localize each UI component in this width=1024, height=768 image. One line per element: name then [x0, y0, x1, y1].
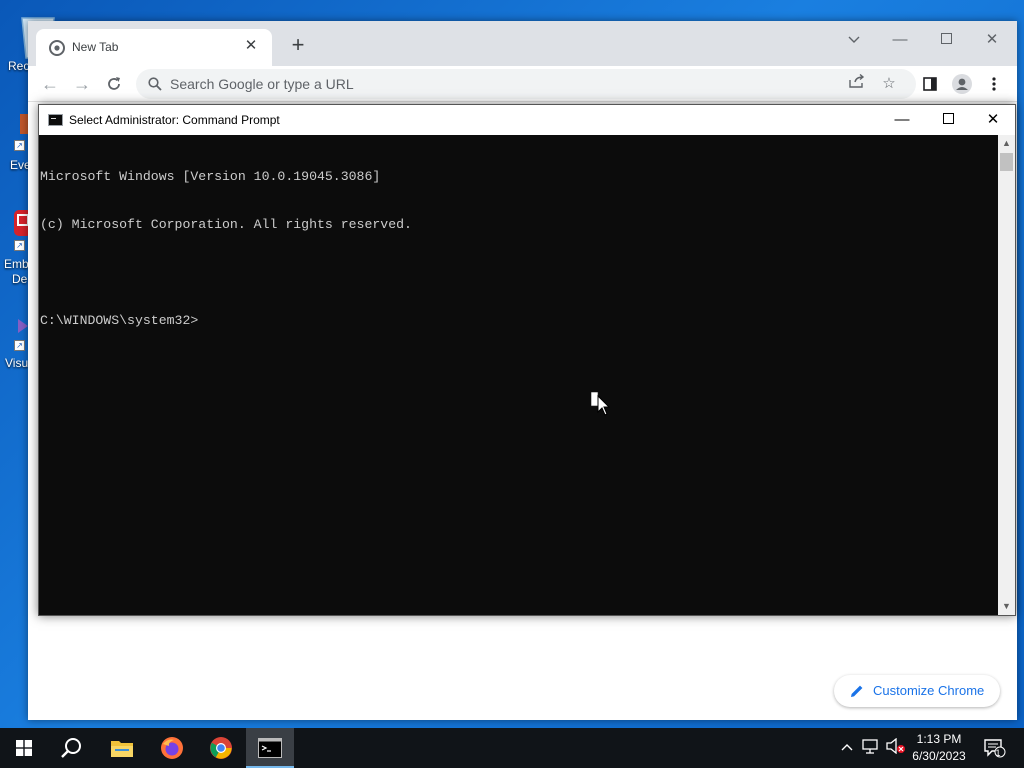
search-icon — [61, 738, 81, 758]
side-panel-icon[interactable] — [916, 70, 944, 98]
minimize-button[interactable]: — — [877, 25, 923, 55]
scroll-down-icon[interactable]: ▼ — [998, 598, 1015, 615]
start-button[interactable] — [0, 728, 48, 768]
maximize-button[interactable] — [925, 105, 971, 135]
reload-icon[interactable] — [100, 70, 128, 98]
console-output[interactable]: Microsoft Windows [Version 10.0.19045.30… — [39, 135, 999, 615]
close-button[interactable]: ✕ — [969, 25, 1015, 55]
forward-arrow-icon[interactable]: → — [68, 70, 96, 98]
minimize-button[interactable]: — — [879, 105, 925, 135]
chrome-icon — [210, 737, 232, 759]
console-line: (c) Microsoft Corporation. All rights re… — [40, 217, 412, 232]
chrome-tabstrip[interactable]: New Tab ✕ + — ✕ — [28, 21, 1017, 66]
mouse-cursor-icon — [591, 392, 611, 416]
maximize-button[interactable] — [923, 25, 969, 55]
bookmark-star-icon[interactable]: ☆ — [878, 73, 900, 95]
taskbar-search-button[interactable] — [48, 728, 96, 768]
notification-count-badge: 1 — [995, 748, 1001, 758]
taskbar: 1:13 PM 6/30/2023 1 — [0, 728, 1024, 768]
profile-avatar-icon[interactable] — [948, 70, 976, 98]
chrome-tab-icon — [49, 40, 65, 56]
share-icon[interactable] — [846, 73, 868, 95]
command-prompt-window[interactable]: Select Administrator: Command Prompt — ✕… — [38, 104, 1016, 616]
console-line: Microsoft Windows [Version 10.0.19045.30… — [40, 169, 381, 184]
shortcut-arrow-icon: ↗ — [14, 140, 25, 151]
scrollbar-thumb[interactable] — [1000, 153, 1013, 171]
pencil-icon — [851, 685, 863, 697]
tab-new-tab[interactable]: New Tab ✕ — [36, 29, 272, 66]
console-prompt-line: C:\WINDOWS\system32> — [40, 313, 199, 328]
shortcut-arrow-icon: ↗ — [14, 240, 25, 251]
search-icon — [148, 77, 162, 91]
cmd-app-icon — [48, 114, 63, 126]
clock-time: 1:13 PM — [916, 732, 962, 746]
volume-muted-icon[interactable] — [886, 737, 905, 756]
new-tab-button[interactable]: + — [286, 34, 310, 58]
customize-chrome-label: Customize Chrome — [873, 683, 985, 698]
taskbar-firefox[interactable] — [148, 728, 196, 768]
close-button[interactable]: ✕ — [970, 105, 1016, 135]
desktop-icon-label: Visu — [5, 356, 29, 370]
taskbar-command-prompt[interactable] — [246, 728, 294, 768]
address-input[interactable] — [170, 69, 810, 99]
cmd-icon — [258, 738, 282, 758]
shortcut-arrow-icon: ↗ — [14, 340, 25, 351]
taskbar-file-explorer[interactable] — [98, 728, 146, 768]
console-scrollbar[interactable]: ▲ ▼ — [998, 135, 1015, 615]
omnibox[interactable]: ☆ — [136, 69, 916, 99]
firefox-icon — [161, 737, 183, 759]
network-icon[interactable] — [862, 738, 880, 756]
chrome-toolbar: ← → ☆ — [28, 66, 1017, 102]
scroll-up-icon[interactable]: ▲ — [998, 135, 1015, 152]
tab-close-icon[interactable]: ✕ — [242, 37, 260, 55]
clock-date: 6/30/2023 — [912, 749, 966, 763]
cmd-titlebar[interactable]: Select Administrator: Command Prompt — ✕ — [39, 105, 1015, 135]
taskbar-clock[interactable]: 1:13 PM 6/30/2023 — [905, 731, 973, 765]
tab-search-chevron-icon[interactable] — [831, 25, 877, 55]
taskbar-chrome[interactable] — [197, 728, 245, 768]
tab-title: New Tab — [72, 40, 119, 54]
show-hidden-icons-chevron-icon[interactable] — [838, 738, 856, 756]
customize-chrome-button[interactable]: Customize Chrome — [834, 675, 1000, 707]
desktop-icon-label: Rec — [8, 59, 30, 73]
cmd-window-title: Select Administrator: Command Prompt — [69, 113, 280, 127]
windows-logo-icon — [16, 740, 32, 756]
back-arrow-icon[interactable]: ← — [36, 70, 64, 98]
menu-kebab-icon[interactable] — [980, 70, 1008, 98]
desktop-icon-label-line2: De — [12, 272, 28, 286]
folder-icon — [111, 741, 133, 757]
desktop-icon-label: Emb — [4, 257, 29, 271]
